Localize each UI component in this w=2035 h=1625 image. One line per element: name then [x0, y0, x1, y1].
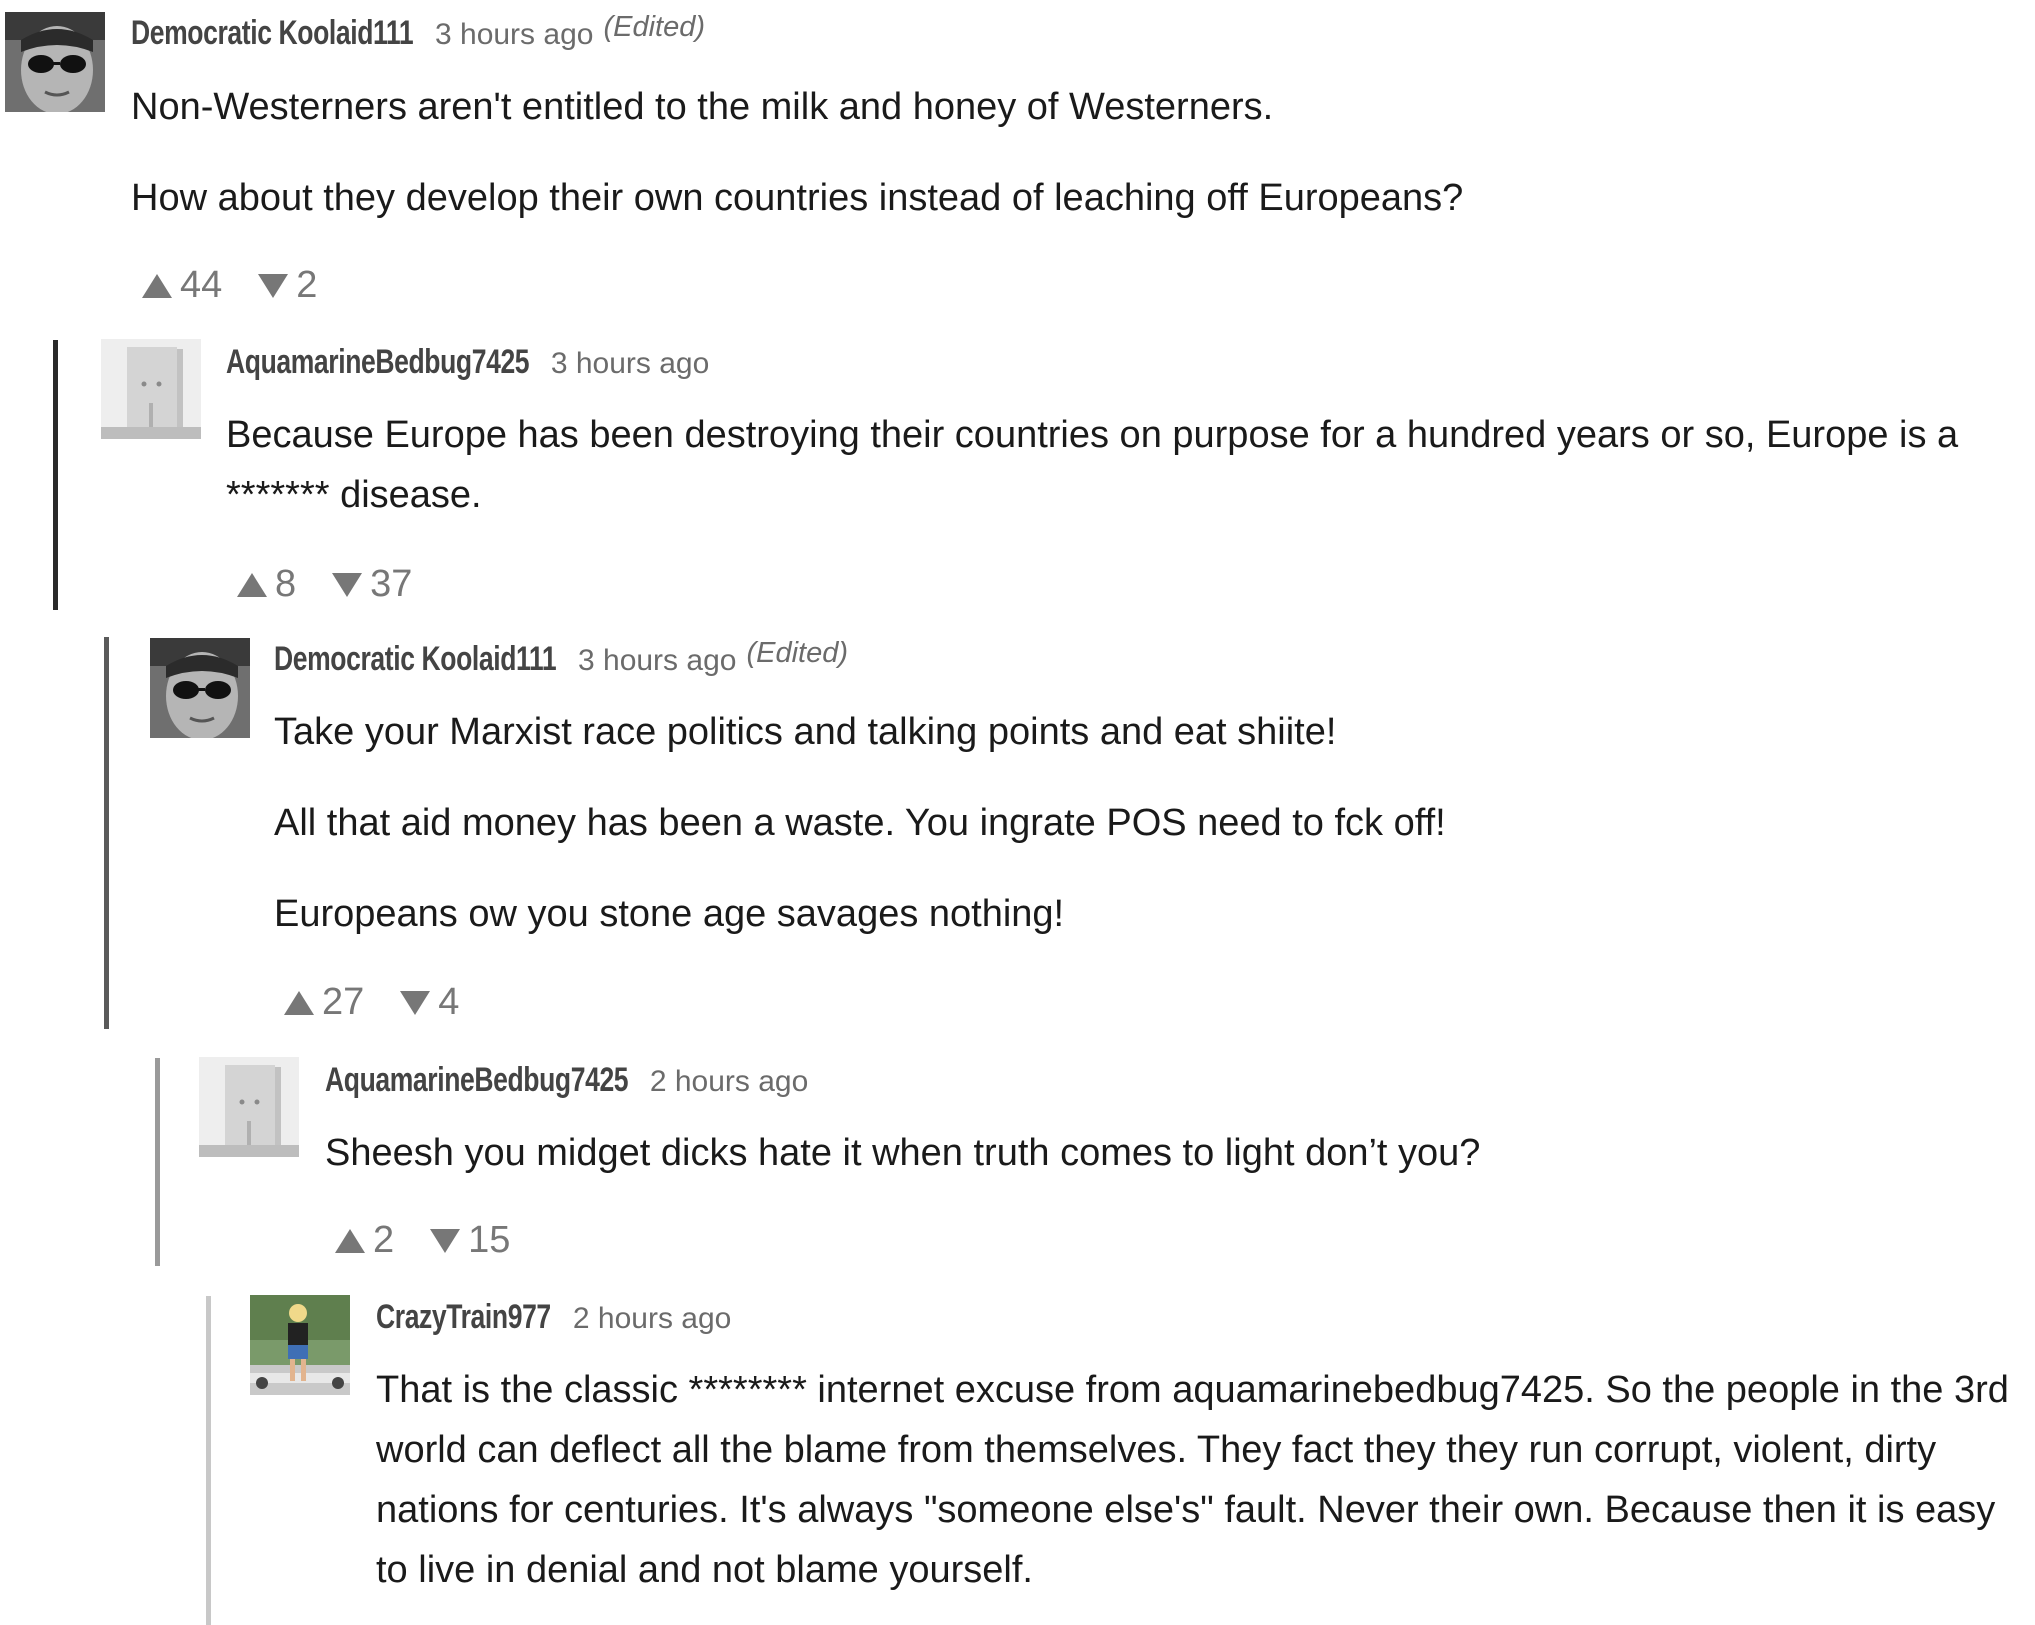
user-avatar[interactable]	[5, 12, 105, 112]
timestamp: 3 hours ago	[434, 18, 594, 51]
comment-paragraph: Because Europe has been destroying their…	[226, 414, 1959, 516]
comment-body: Sheesh you midget dicks hate it when tru…	[325, 1123, 2015, 1183]
upvote-icon[interactable]	[284, 990, 314, 1015]
thread-line-depth-4	[206, 1296, 211, 1625]
timestamp: 3 hours ago	[577, 644, 737, 677]
thread-line-depth-1	[53, 340, 58, 610]
downvote-icon[interactable]	[430, 1228, 461, 1253]
comment-paragraph: All that aid money has been a waste. You…	[274, 802, 1446, 844]
thread-line-depth-2	[104, 637, 109, 1029]
vote-controls: 44 2	[142, 264, 317, 307]
box-face-icon	[199, 1057, 299, 1157]
timestamp: 2 hours ago	[572, 1302, 732, 1335]
user-avatar[interactable]	[101, 339, 201, 439]
username-link[interactable]: CrazyTrain977	[376, 1298, 551, 1337]
downvote-count: 4	[438, 981, 460, 1023]
downvote-icon[interactable]	[400, 990, 431, 1015]
user-avatar[interactable]	[199, 1057, 299, 1157]
vote-controls: 8 37	[237, 563, 412, 606]
comment-header: AquamarineBedbug7425 3 hours ago	[226, 343, 709, 382]
dark-glasses-portrait-icon	[5, 12, 105, 112]
downvote-icon[interactable]	[332, 572, 363, 597]
comment-paragraph: How about they develop their own countri…	[131, 177, 1464, 219]
outdoor-person-photo-icon	[250, 1295, 350, 1395]
comment-body: Non-Westerners aren't entitled to the mi…	[131, 77, 2011, 228]
comment-header: AquamarineBedbug7425 2 hours ago	[325, 1061, 808, 1100]
comment-header: CrazyTrain977 2 hours ago	[376, 1298, 731, 1337]
username-link[interactable]: AquamarineBedbug7425	[325, 1061, 629, 1100]
upvote-icon[interactable]	[142, 273, 172, 298]
comment-paragraph: That is the classic ******** internet ex…	[376, 1369, 2009, 1591]
vote-controls: 2 15	[335, 1219, 510, 1262]
upvote-count: 27	[322, 981, 365, 1023]
downvote-count: 15	[468, 1219, 511, 1261]
upvote-count: 2	[373, 1219, 395, 1261]
timestamp: 2 hours ago	[649, 1065, 809, 1098]
upvote-count: 44	[180, 264, 223, 306]
comment-paragraph: Sheesh you midget dicks hate it when tru…	[325, 1132, 1481, 1174]
timestamp: 3 hours ago	[550, 347, 710, 380]
vote-controls: 27 4	[284, 981, 459, 1024]
upvote-count: 8	[275, 563, 297, 605]
edited-label: (Edited)	[603, 11, 705, 43]
username-link[interactable]: AquamarineBedbug7425	[226, 343, 530, 382]
box-face-icon	[101, 339, 201, 439]
user-avatar[interactable]	[150, 638, 250, 738]
comment-body: That is the classic ******** internet ex…	[376, 1360, 2016, 1600]
comment-header: Democratic Koolaid111 3 hours ago (Edite…	[131, 11, 705, 53]
username-link[interactable]: Democratic Koolaid111	[131, 14, 414, 53]
comment-body: Because Europe has been destroying their…	[226, 405, 2026, 525]
dark-glasses-portrait-icon	[150, 638, 250, 738]
user-avatar[interactable]	[250, 1295, 350, 1395]
upvote-icon[interactable]	[237, 572, 267, 597]
comment-header: Democratic Koolaid111 3 hours ago (Edite…	[274, 637, 848, 679]
comment-paragraph: Europeans ow you stone age savages nothi…	[274, 893, 1065, 935]
comment-body: Take your Marxist race politics and talk…	[274, 702, 2014, 944]
thread-line-depth-3	[155, 1058, 160, 1266]
username-link[interactable]: Democratic Koolaid111	[274, 640, 557, 679]
downvote-count: 37	[370, 563, 413, 605]
upvote-icon[interactable]	[335, 1228, 365, 1253]
downvote-count: 2	[296, 264, 318, 306]
downvote-icon[interactable]	[258, 273, 289, 298]
comment-paragraph: Non-Westerners aren't entitled to the mi…	[131, 86, 1274, 128]
comment-paragraph: Take your Marxist race politics and talk…	[274, 711, 1337, 753]
edited-label: (Edited)	[746, 637, 848, 669]
